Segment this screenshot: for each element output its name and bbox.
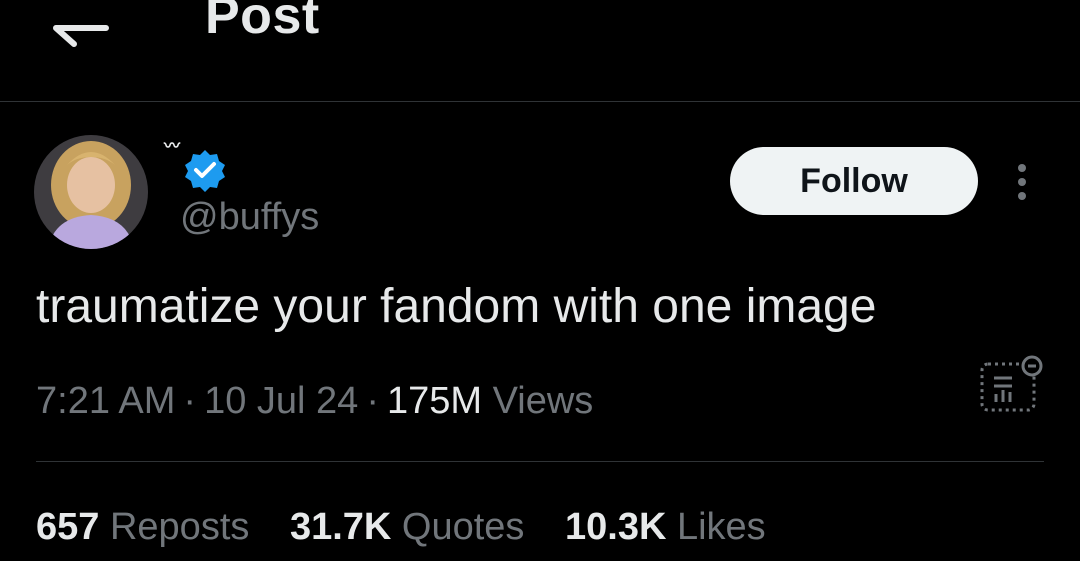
reposts-label: Reposts: [109, 506, 250, 548]
post-time[interactable]: 7:21 AM: [36, 380, 175, 422]
separator-dot: ·: [183, 380, 197, 422]
post-text: traumatize your fandom with one image: [36, 280, 877, 333]
likes-count: 10.3K: [565, 506, 667, 548]
post-meta: 7:21 AM · 10 Jul 24 · 175M Views: [36, 378, 593, 424]
reposts-count: 657: [36, 506, 100, 548]
author-handle[interactable]: @buffys: [180, 194, 319, 240]
display-name[interactable]: 〰: [164, 132, 180, 156]
separator-dot: ·: [366, 380, 379, 422]
post-stats: 657 Reposts 31.7K Quotes 10.3K Likes: [36, 504, 796, 550]
reposts-stat[interactable]: 657 Reposts: [36, 506, 249, 548]
analytics-icon[interactable]: [976, 352, 1044, 416]
top-bar: Post: [0, 0, 1080, 102]
views-label: Views: [492, 380, 594, 422]
quotes-stat[interactable]: 31.7K Quotes: [290, 506, 525, 548]
views-count: 175M: [386, 380, 483, 422]
page-title: Post: [205, 0, 320, 45]
avatar[interactable]: [34, 135, 148, 249]
more-options-icon[interactable]: [1010, 160, 1034, 204]
verified-badge-icon: [183, 148, 227, 192]
quotes-count: 31.7K: [289, 506, 392, 548]
back-arrow-icon[interactable]: [52, 8, 110, 48]
divider: [36, 461, 1044, 462]
likes-stat[interactable]: 10.3K Likes: [565, 506, 766, 548]
follow-button[interactable]: Follow: [730, 147, 978, 215]
post-date[interactable]: 10 Jul 24: [204, 380, 358, 422]
likes-label: Likes: [676, 506, 766, 548]
quotes-label: Quotes: [401, 506, 525, 548]
